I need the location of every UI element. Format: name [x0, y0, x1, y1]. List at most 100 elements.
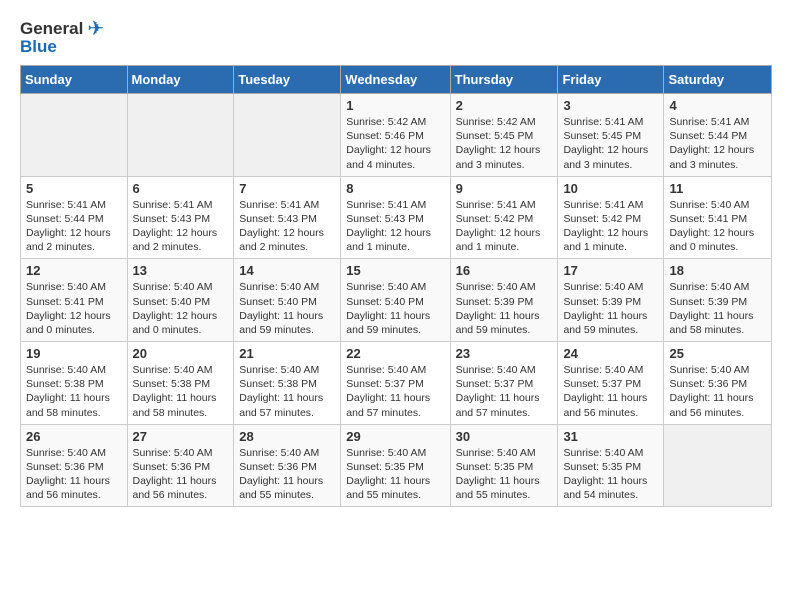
day-cell: 22 Sunrise: 5:40 AM Sunset: 5:37 PM Dayli…	[341, 342, 450, 425]
day-cell	[664, 424, 772, 507]
day-number: 16	[456, 263, 553, 278]
day-number: 11	[669, 181, 766, 196]
day-number: 20	[133, 346, 229, 361]
day-info: Sunrise: 5:40 AM Sunset: 5:36 PM Dayligh…	[26, 446, 122, 503]
day-info: Sunrise: 5:40 AM Sunset: 5:41 PM Dayligh…	[669, 198, 766, 255]
day-info: Sunrise: 5:40 AM Sunset: 5:40 PM Dayligh…	[346, 280, 444, 337]
day-info: Sunrise: 5:40 AM Sunset: 5:35 PM Dayligh…	[456, 446, 553, 503]
day-number: 19	[26, 346, 122, 361]
day-cell: 9 Sunrise: 5:41 AM Sunset: 5:42 PM Daylig…	[450, 176, 558, 259]
day-header-thursday: Thursday	[450, 66, 558, 94]
day-cell: 18 Sunrise: 5:40 AM Sunset: 5:39 PM Dayli…	[664, 259, 772, 342]
day-cell: 17 Sunrise: 5:40 AM Sunset: 5:39 PM Dayli…	[558, 259, 664, 342]
day-info: Sunrise: 5:41 AM Sunset: 5:44 PM Dayligh…	[26, 198, 122, 255]
day-header-monday: Monday	[127, 66, 234, 94]
day-info: Sunrise: 5:41 AM Sunset: 5:43 PM Dayligh…	[133, 198, 229, 255]
calendar-body: 1 Sunrise: 5:42 AM Sunset: 5:46 PM Daylig…	[21, 94, 772, 507]
day-cell: 23 Sunrise: 5:40 AM Sunset: 5:37 PM Dayli…	[450, 342, 558, 425]
day-cell	[21, 94, 128, 177]
day-info: Sunrise: 5:41 AM Sunset: 5:43 PM Dayligh…	[239, 198, 335, 255]
week-row-1: 1 Sunrise: 5:42 AM Sunset: 5:46 PM Daylig…	[21, 94, 772, 177]
day-info: Sunrise: 5:40 AM Sunset: 5:39 PM Dayligh…	[563, 280, 658, 337]
day-info: Sunrise: 5:41 AM Sunset: 5:44 PM Dayligh…	[669, 115, 766, 172]
day-cell: 14Sunrise: 5:40 AM Sunset: 5:40 PM Dayli…	[234, 259, 341, 342]
day-cell: 8 Sunrise: 5:41 AM Sunset: 5:43 PM Daylig…	[341, 176, 450, 259]
day-number: 31	[563, 429, 658, 444]
day-number: 18	[669, 263, 766, 278]
calendar-table: SundayMondayTuesdayWednesdayThursdayFrid…	[20, 65, 772, 507]
day-cell: 28 Sunrise: 5:40 AM Sunset: 5:36 PM Dayli…	[234, 424, 341, 507]
day-number: 9	[456, 181, 553, 196]
day-number: 23	[456, 346, 553, 361]
day-info: Sunrise: 5:40 AM Sunset: 5:37 PM Dayligh…	[346, 363, 444, 420]
day-cell	[127, 94, 234, 177]
day-info: Sunrise: 5:42 AM Sunset: 5:46 PM Dayligh…	[346, 115, 444, 172]
day-info: Sunrise: 5:40 AM Sunset: 5:38 PM Dayligh…	[239, 363, 335, 420]
day-number: 2	[456, 98, 553, 113]
day-number: 7	[239, 181, 335, 196]
day-number: 17	[563, 263, 658, 278]
day-number: 14	[239, 263, 335, 278]
day-number: 8	[346, 181, 444, 196]
day-number: 6	[133, 181, 229, 196]
day-number: 15	[346, 263, 444, 278]
day-number: 28	[239, 429, 335, 444]
day-info: Sunrise: 5:40 AM Sunset: 5:38 PM Dayligh…	[133, 363, 229, 420]
day-number: 27	[133, 429, 229, 444]
day-header-saturday: Saturday	[664, 66, 772, 94]
day-cell: 3 Sunrise: 5:41 AM Sunset: 5:45 PM Daylig…	[558, 94, 664, 177]
week-row-4: 19 Sunrise: 5:40 AM Sunset: 5:38 PM Dayli…	[21, 342, 772, 425]
day-info: Sunrise: 5:41 AM Sunset: 5:45 PM Dayligh…	[563, 115, 658, 172]
logo: General ✈ Blue	[20, 16, 104, 57]
day-info: Sunrise: 5:41 AM Sunset: 5:42 PM Dayligh…	[563, 198, 658, 255]
day-number: 25	[669, 346, 766, 361]
day-header-tuesday: Tuesday	[234, 66, 341, 94]
day-info: Sunrise: 5:40 AM Sunset: 5:39 PM Dayligh…	[456, 280, 553, 337]
week-row-5: 26 Sunrise: 5:40 AM Sunset: 5:36 PM Dayli…	[21, 424, 772, 507]
day-cell: 25 Sunrise: 5:40 AM Sunset: 5:36 PM Dayli…	[664, 342, 772, 425]
day-cell: 24Sunrise: 5:40 AM Sunset: 5:37 PM Dayli…	[558, 342, 664, 425]
day-cell: 21 Sunrise: 5:40 AM Sunset: 5:38 PM Dayli…	[234, 342, 341, 425]
day-cell: 2 Sunrise: 5:42 AM Sunset: 5:45 PM Daylig…	[450, 94, 558, 177]
day-number: 26	[26, 429, 122, 444]
day-number: 1	[346, 98, 444, 113]
day-number: 13	[133, 263, 229, 278]
day-cell: 4 Sunrise: 5:41 AM Sunset: 5:44 PM Daylig…	[664, 94, 772, 177]
logo-bird-icon: ✈	[87, 16, 104, 41]
day-cell: 6 Sunrise: 5:41 AM Sunset: 5:43 PM Daylig…	[127, 176, 234, 259]
day-info: Sunrise: 5:40 AM Sunset: 5:36 PM Dayligh…	[239, 446, 335, 503]
day-number: 21	[239, 346, 335, 361]
day-info: Sunrise: 5:40 AM Sunset: 5:37 PM Dayligh…	[456, 363, 553, 420]
day-number: 3	[563, 98, 658, 113]
day-header-wednesday: Wednesday	[341, 66, 450, 94]
day-number: 30	[456, 429, 553, 444]
logo-general: General	[20, 19, 83, 39]
day-cell: 1 Sunrise: 5:42 AM Sunset: 5:46 PM Daylig…	[341, 94, 450, 177]
day-info: Sunrise: 5:40 AM Sunset: 5:36 PM Dayligh…	[669, 363, 766, 420]
header: General ✈ Blue	[20, 16, 772, 57]
day-cell: 20 Sunrise: 5:40 AM Sunset: 5:38 PM Dayli…	[127, 342, 234, 425]
day-header-sunday: Sunday	[21, 66, 128, 94]
day-info: Sunrise: 5:42 AM Sunset: 5:45 PM Dayligh…	[456, 115, 553, 172]
day-info: Sunrise: 5:40 AM Sunset: 5:37 PM Dayligh…	[563, 363, 658, 420]
day-cell: 11 Sunrise: 5:40 AM Sunset: 5:41 PM Dayli…	[664, 176, 772, 259]
day-number: 12	[26, 263, 122, 278]
day-cell: 7 Sunrise: 5:41 AM Sunset: 5:43 PM Daylig…	[234, 176, 341, 259]
day-cell: 13Sunrise: 5:40 AM Sunset: 5:40 PM Dayli…	[127, 259, 234, 342]
day-number: 4	[669, 98, 766, 113]
day-cell: 12Sunrise: 5:40 AM Sunset: 5:41 PM Dayli…	[21, 259, 128, 342]
day-cell: 15 Sunrise: 5:40 AM Sunset: 5:40 PM Dayli…	[341, 259, 450, 342]
day-header-friday: Friday	[558, 66, 664, 94]
week-row-3: 12Sunrise: 5:40 AM Sunset: 5:41 PM Dayli…	[21, 259, 772, 342]
day-cell: 16 Sunrise: 5:40 AM Sunset: 5:39 PM Dayli…	[450, 259, 558, 342]
day-cell	[234, 94, 341, 177]
day-info: Sunrise: 5:40 AM Sunset: 5:35 PM Dayligh…	[563, 446, 658, 503]
day-number: 22	[346, 346, 444, 361]
day-number: 5	[26, 181, 122, 196]
day-cell: 10Sunrise: 5:41 AM Sunset: 5:42 PM Dayli…	[558, 176, 664, 259]
day-cell: 26 Sunrise: 5:40 AM Sunset: 5:36 PM Dayli…	[21, 424, 128, 507]
day-info: Sunrise: 5:40 AM Sunset: 5:39 PM Dayligh…	[669, 280, 766, 337]
day-info: Sunrise: 5:41 AM Sunset: 5:42 PM Dayligh…	[456, 198, 553, 255]
page: General ✈ Blue SundayMondayTuesdayWednes…	[0, 0, 792, 523]
day-info: Sunrise: 5:41 AM Sunset: 5:43 PM Dayligh…	[346, 198, 444, 255]
